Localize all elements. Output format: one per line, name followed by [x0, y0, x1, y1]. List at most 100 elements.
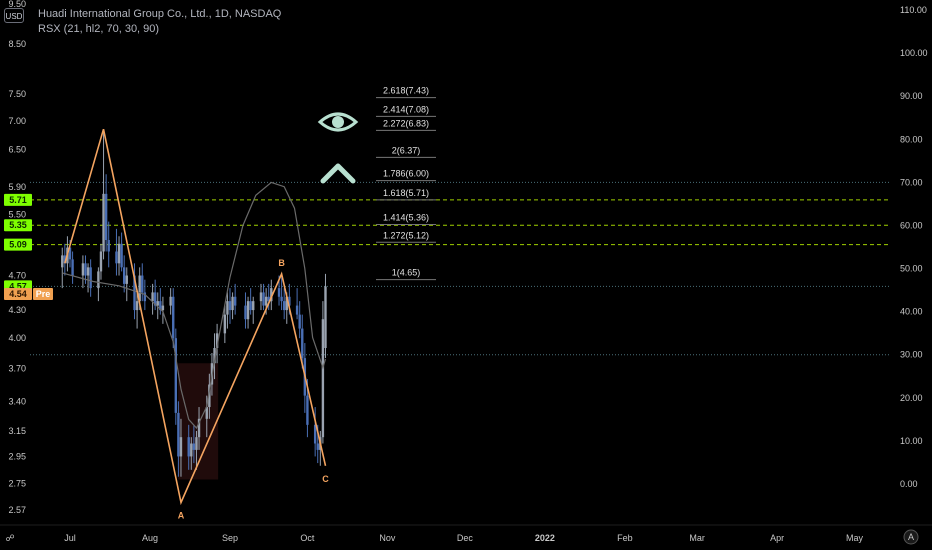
right-axis-tick: 10.00	[900, 436, 923, 446]
left-axis-tick: 4.30	[8, 305, 26, 315]
left-axis-tick: 3.40	[8, 396, 26, 406]
candle-body	[169, 296, 172, 306]
candle-body	[252, 301, 255, 311]
right-axis-tick: 100.00	[900, 48, 928, 58]
candle-body	[244, 305, 247, 320]
candle-body	[316, 443, 319, 450]
left-axis-tick: 5.50	[8, 209, 26, 219]
candle-body	[86, 267, 90, 276]
fib-level-label: 2.414(7.08)	[383, 104, 429, 114]
right-axis-tick: 110.00	[900, 5, 927, 15]
price-tag-label: 5.71	[9, 195, 27, 205]
candle-body	[192, 443, 196, 450]
right-axis-tick: 50.00	[900, 264, 923, 274]
left-axis-tick: 6.50	[8, 145, 26, 155]
currency-badge[interactable]: USD	[4, 8, 24, 23]
candle-body	[306, 395, 309, 425]
time-axis-tick: Apr	[770, 533, 784, 543]
timezone-icon: ☍	[5, 533, 14, 543]
candle-body	[321, 319, 325, 438]
candle-body	[179, 437, 183, 457]
time-axis-tick: Nov	[379, 533, 396, 543]
candle-body	[122, 267, 126, 284]
price-tag-label: 5.35	[9, 220, 27, 230]
candle-body	[246, 301, 250, 320]
time-axis-tick: Mar	[689, 533, 705, 543]
candle-body	[172, 296, 175, 339]
candle-body	[151, 292, 154, 302]
left-axis-tick: 2.57	[8, 505, 26, 515]
candle-body	[301, 328, 304, 359]
candle-body	[104, 193, 108, 241]
candle-body	[277, 288, 281, 297]
candle-body	[228, 301, 232, 311]
candle-body	[61, 255, 64, 268]
candle-body	[117, 243, 121, 264]
candle-body	[115, 251, 118, 264]
candle-body	[262, 292, 265, 306]
price-tag-label: 4.54	[9, 289, 27, 299]
candle-body	[223, 314, 227, 334]
right-axis-tick: 30.00	[900, 350, 923, 360]
time-axis-tick: Oct	[300, 533, 315, 543]
candle-body	[249, 301, 252, 311]
price-chart[interactable]: 2.618(7.43) 2.414(7.08) 2.272(6.83) 2(6.37)…	[0, 0, 932, 550]
price-tag-suffix: Pre	[36, 289, 51, 299]
left-axis-tick: 7.50	[8, 89, 26, 99]
candle-body	[324, 286, 327, 349]
candle-body	[107, 240, 110, 252]
wave-point-label: B	[278, 258, 285, 268]
wave-point-label: A	[178, 511, 185, 521]
left-axis-tick: 3.70	[8, 363, 26, 373]
candle-body	[282, 301, 286, 311]
left-axis-tick: 3.15	[8, 426, 26, 436]
eye-icon-pupil	[332, 116, 344, 128]
candle-body	[84, 263, 87, 276]
candle-body	[97, 271, 100, 289]
right-axis-tick: 80.00	[900, 134, 923, 144]
candle-body	[125, 275, 128, 284]
candle-body	[259, 292, 263, 302]
candle-body	[99, 251, 103, 272]
candle-body	[141, 275, 144, 293]
candle-body	[280, 296, 283, 302]
price-tag-label: 5.09	[9, 240, 27, 250]
candle-body	[120, 243, 123, 268]
fib-level-label: 1.618(5.71)	[383, 188, 429, 198]
candle-body	[226, 301, 229, 315]
candle-body	[295, 305, 299, 315]
right-axis-tick: 20.00	[900, 393, 923, 403]
candle-body	[156, 301, 159, 306]
fib-level-label: 1(4.65)	[392, 268, 421, 278]
left-axis-tick: 2.75	[8, 479, 26, 489]
candle-body	[298, 314, 301, 329]
left-axis-tick: 2.95	[8, 451, 26, 461]
candle-body	[81, 263, 85, 276]
candle-body	[102, 193, 105, 252]
time-axis-tick: Feb	[617, 533, 633, 543]
fib-level-label: 1.272(5.12)	[383, 230, 429, 240]
wave-point-label: C	[322, 474, 329, 484]
candle-body	[195, 437, 198, 450]
candle-body	[89, 267, 92, 289]
time-axis-tick: 2022	[535, 533, 555, 543]
left-axis-tick: 8.50	[8, 39, 26, 49]
chart-title: Huadi International Group Co., Ltd., 1D,…	[38, 8, 282, 20]
fib-level-label: 2.272(6.83)	[383, 118, 429, 128]
right-axis-tick: 60.00	[900, 220, 923, 230]
left-axis-tick: 4.00	[8, 333, 26, 343]
fib-level-label: 1.414(5.36)	[383, 212, 429, 222]
fib-level-label: 2(6.37)	[392, 145, 421, 155]
right-axis-tick: 70.00	[900, 177, 923, 187]
candle-body	[71, 259, 74, 276]
right-axis-tick: 0.00	[900, 479, 918, 489]
candle-body	[187, 437, 190, 457]
left-axis-tick: 4.70	[8, 271, 26, 281]
indicator-label[interactable]: RSX (21, hl2, 70, 30, 90)	[38, 23, 159, 35]
candle-body	[135, 301, 139, 311]
right-axis-tick: 40.00	[900, 307, 923, 317]
right-axis-tick: 90.00	[900, 91, 923, 101]
candle-body	[231, 296, 234, 311]
candle-body	[264, 296, 268, 306]
candle-body	[177, 412, 180, 457]
